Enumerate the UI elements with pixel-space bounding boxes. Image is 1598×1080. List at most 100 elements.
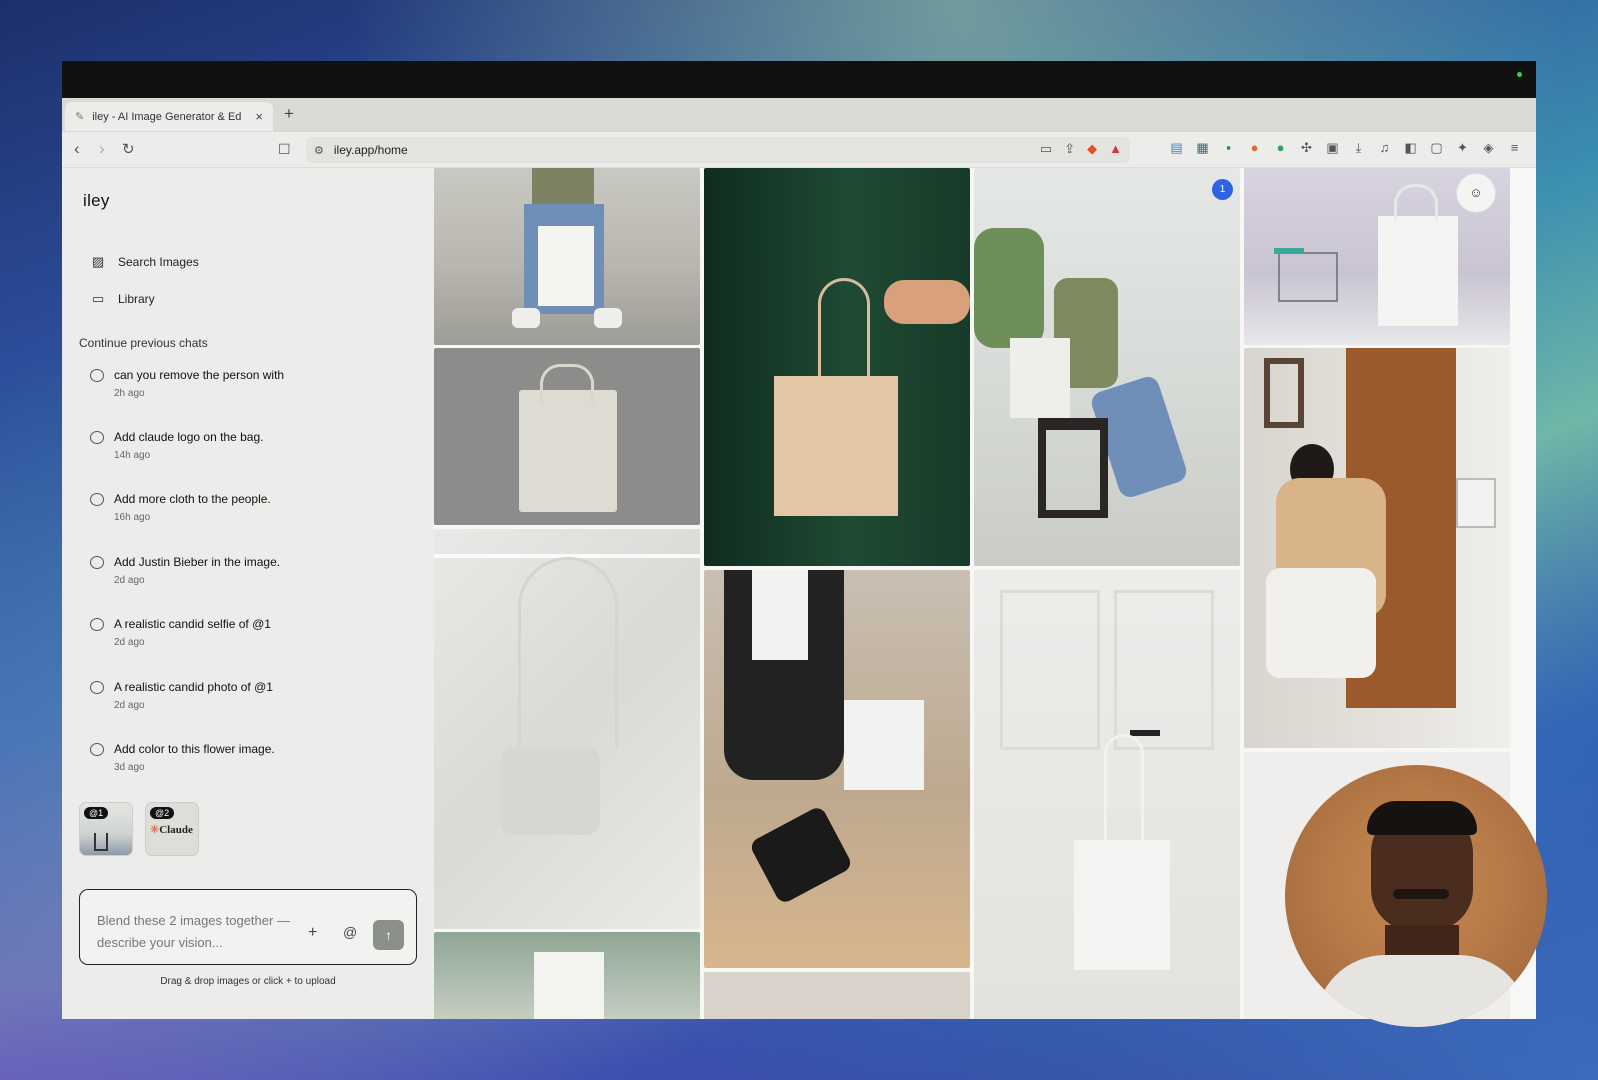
attachment-thumbnail[interactable]: @1 xyxy=(79,802,133,856)
back-icon[interactable]: ‹ xyxy=(74,139,80,159)
gallery-image-partial[interactable] xyxy=(704,972,970,1019)
upload-button[interactable]: + xyxy=(308,924,317,942)
chat-title: Add more cloth to the people. xyxy=(114,492,271,506)
nav-search-images[interactable]: ▨ Search Images xyxy=(92,254,199,270)
prompt-input[interactable]: Blend these 2 images together — describe… xyxy=(97,910,317,954)
gallery-image-canvas-bag-grey[interactable] xyxy=(434,348,700,525)
chat-item[interactable]: can you remove the person with 2h ago xyxy=(90,368,410,399)
mention-button[interactable]: @ xyxy=(343,924,357,940)
chat-bubble-icon xyxy=(90,742,104,756)
upload-hint: Drag & drop images or click + to upload xyxy=(160,976,336,987)
gallery-image-shopping-cart[interactable]: ☺ xyxy=(1244,168,1510,345)
extension-grid-icon[interactable]: ▦ xyxy=(1195,140,1210,156)
send-button[interactable]: ↑ xyxy=(373,920,404,950)
extension-flag-icon[interactable]: ▪ xyxy=(1221,140,1236,156)
title-bar xyxy=(62,61,1536,98)
chat-bubble-icon xyxy=(90,555,104,569)
chat-item[interactable]: Add more cloth to the people. 16h ago xyxy=(90,492,410,523)
chat-title: can you remove the person with xyxy=(114,368,285,382)
rewards-icon[interactable]: ▲ xyxy=(1109,141,1122,157)
arrow-up-icon: ↑ xyxy=(385,927,392,943)
image-icon: ▨ xyxy=(92,254,105,269)
chat-time: 2d ago xyxy=(114,637,145,648)
chat-item[interactable]: Add Justin Bieber in the image. 2d ago xyxy=(90,555,410,586)
chat-item[interactable]: Add color to this flower image. 3d ago xyxy=(90,742,410,773)
attachment-tag: @1 xyxy=(84,807,109,819)
shield-brave-icon[interactable]: ◆ xyxy=(1087,141,1097,157)
gallery-image-payment-terminal[interactable] xyxy=(704,570,970,968)
chat-bubble-icon xyxy=(90,617,104,631)
close-tab-icon[interactable]: × xyxy=(255,109,263,124)
nav-library[interactable]: ▭ Library xyxy=(92,291,155,307)
tab-bar: ✎ iley - AI Image Generator & Ed × + xyxy=(62,98,1536,132)
prompt-composer[interactable]: Blend these 2 images together — describe… xyxy=(79,889,417,965)
notification-badge[interactable]: 1 xyxy=(1212,179,1233,200)
gallery-image-woman-door[interactable] xyxy=(1244,348,1510,748)
bookmark-icon[interactable]: ☐ xyxy=(278,141,291,158)
extension-cursor-icon[interactable]: ● xyxy=(1273,140,1288,156)
chat-title: Add Justin Bieber in the image. xyxy=(114,555,281,569)
download-icon[interactable]: ⤓ xyxy=(1351,140,1366,156)
claude-star-icon: ✳ xyxy=(150,824,160,836)
chat-title: A realistic candid photo of @1 xyxy=(114,680,273,694)
new-tab-button[interactable]: + xyxy=(284,104,294,124)
chat-title: Add color to this flower image. xyxy=(114,742,275,756)
sidebar-toggle-icon[interactable]: ◧ xyxy=(1403,140,1418,156)
user-icon: ☺ xyxy=(1469,185,1483,200)
forward-icon[interactable]: › xyxy=(99,139,105,159)
share-icon[interactable]: ⇪ xyxy=(1064,141,1075,157)
sidebar: iley ▨ Search Images ▭ Library Continue … xyxy=(62,168,434,1019)
webcam-overlay xyxy=(1285,765,1547,1027)
site-info-icon[interactable]: ⚙ xyxy=(314,144,324,157)
status-dot xyxy=(1517,72,1522,77)
chat-time: 2h ago xyxy=(114,388,145,399)
chat-bubble-icon xyxy=(90,430,104,444)
chat-time: 2d ago xyxy=(114,700,145,711)
chat-bubble-icon xyxy=(90,368,104,382)
stool-image xyxy=(94,833,108,851)
wallet-icon[interactable]: ▢ xyxy=(1429,140,1444,156)
tab-iley[interactable]: ✎ iley - AI Image Generator & Ed × xyxy=(65,102,273,131)
chat-time: 16h ago xyxy=(114,512,151,523)
gallery-image-tote-standing[interactable] xyxy=(434,168,700,345)
presenter-shirt xyxy=(1315,955,1529,1027)
gallery-image-cafe[interactable] xyxy=(434,932,700,1019)
attachment-thumbnail[interactable]: @2 ✳Claude xyxy=(145,802,199,856)
vpn-icon[interactable]: ◈ xyxy=(1481,140,1496,156)
extensions-bar: ▤ ▦ ▪ ● ● ✣ ▣ ⤓ ♫ ◧ ▢ ✦ ◈ ≡ xyxy=(1169,140,1522,156)
extension-doc-icon[interactable]: ▤ xyxy=(1169,140,1184,156)
claude-logo: ✳Claude xyxy=(150,824,193,836)
profile-button[interactable]: ☺ xyxy=(1456,173,1496,213)
chat-item[interactable]: Add claude logo on the bag. 14h ago xyxy=(90,430,410,461)
puzzle-icon[interactable]: ✣ xyxy=(1299,140,1314,156)
address-bar-actions: ▭ ⇪ ◆ ▲ xyxy=(1040,141,1122,157)
attachment-tray: @1 @2 ✳Claude xyxy=(79,802,199,856)
folder-icon: ▭ xyxy=(92,291,105,306)
chat-time: 14h ago xyxy=(114,450,151,461)
brand-logo[interactable]: iley xyxy=(83,191,110,211)
chat-bubble-icon xyxy=(90,492,104,506)
reload-icon[interactable]: ↻ xyxy=(122,140,135,158)
extension-circle-icon[interactable]: ● xyxy=(1247,140,1262,156)
address-bar[interactable]: ⚙ iley.app/home ▭ ⇪ ◆ ▲ xyxy=(306,137,1130,163)
chat-time: 3d ago xyxy=(114,762,145,773)
sparkle-icon[interactable]: ✦ xyxy=(1455,140,1470,156)
pen-icon: ✎ xyxy=(75,111,85,123)
chat-bubble-icon xyxy=(90,680,104,694)
chat-item[interactable]: A realistic candid photo of @1 2d ago xyxy=(90,680,410,711)
tab-title: iley - AI Image Generator & Ed xyxy=(92,110,242,123)
gallery-image-beige-tote-green[interactable] xyxy=(704,168,970,566)
menu-icon[interactable]: ≡ xyxy=(1507,140,1522,156)
music-icon[interactable]: ♫ xyxy=(1377,140,1392,156)
chat-title: Add claude logo on the bag. xyxy=(114,430,264,444)
nav-label: Search Images xyxy=(118,255,199,269)
tab-search-icon[interactable]: ▣ xyxy=(1325,140,1340,156)
gallery-image-crossbody-bag[interactable] xyxy=(434,529,700,929)
gallery-image-tote-door[interactable] xyxy=(974,570,1240,1019)
chat-item[interactable]: A realistic candid selfie of @1 2d ago xyxy=(90,617,410,648)
cast-icon[interactable]: ▭ xyxy=(1040,141,1052,157)
gallery-image-woman-stool[interactable]: 1 xyxy=(974,168,1240,566)
nav-label: Library xyxy=(118,292,155,306)
url-text: iley.app/home xyxy=(333,143,408,157)
attachment-tag: @2 xyxy=(150,807,175,819)
